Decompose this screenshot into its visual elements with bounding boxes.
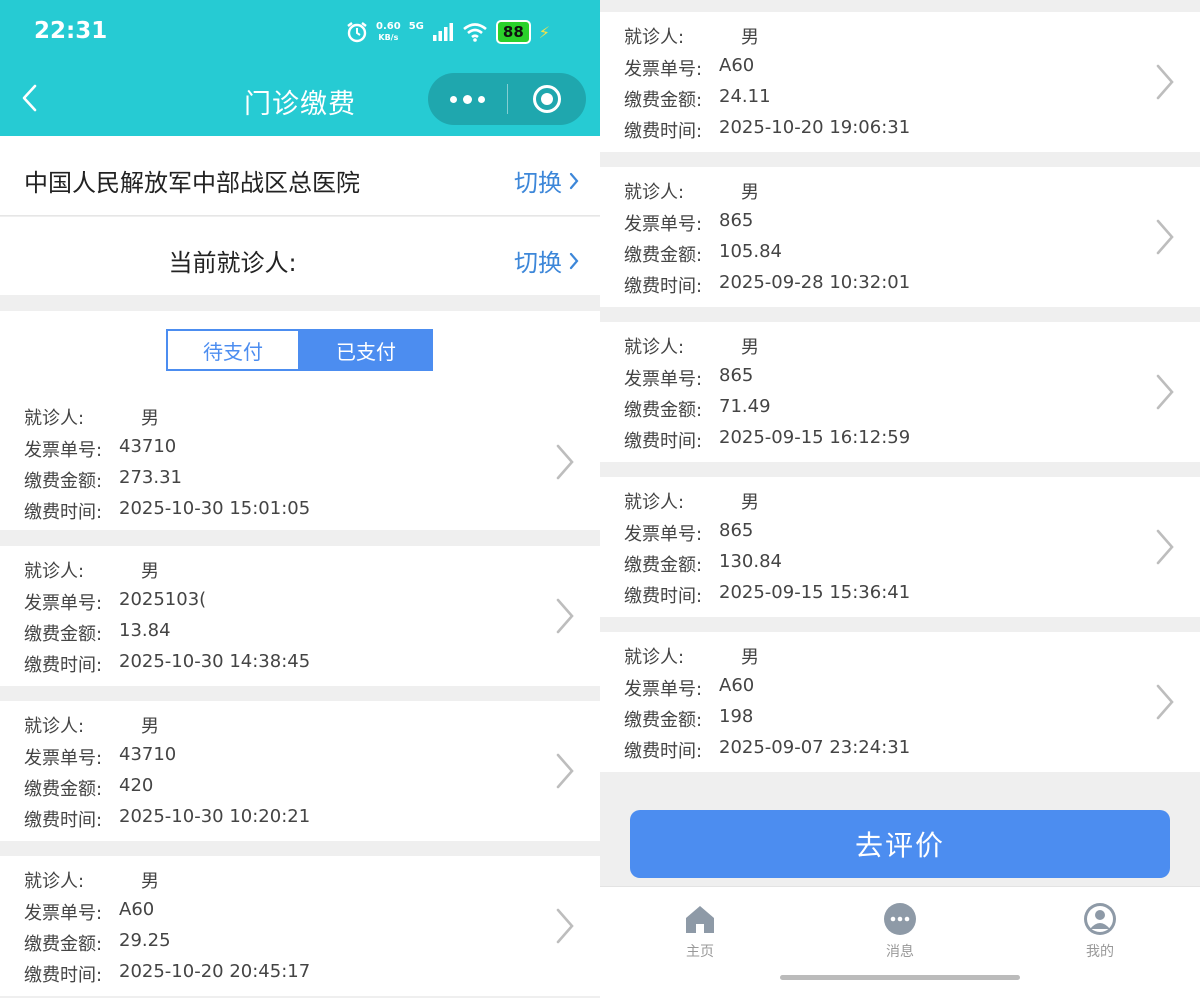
current-patient-label: 当前就诊人:	[168, 249, 297, 277]
tab-messages-label: 消息	[886, 944, 914, 960]
right-screenshot: 就诊人: 男 发票单号: A60 缴费金额: 24.11 缴费时间: 2025-10-2…	[600, 0, 1200, 998]
amount-field: 缴费金额: 13.84	[24, 620, 171, 645]
invoice-field: 发票单号: A60	[24, 899, 155, 924]
amount-field: 缴费金额: 29.25	[24, 930, 171, 955]
charging-icon: ⚡	[538, 22, 550, 42]
bottom-tab-bar: 主页 消息 我的	[600, 886, 1200, 998]
chevron-right-icon	[569, 172, 579, 189]
amount-field: 缴费金额: 198	[624, 706, 754, 731]
patient-field: 就诊人: 男	[24, 408, 159, 429]
time-field: 缴费时间: 2025-10-30 14:38:45	[24, 651, 311, 676]
chevron-right-icon	[1156, 374, 1174, 410]
amount-field: 缴费金额: 71.49	[624, 396, 771, 421]
profile-icon	[1084, 903, 1116, 935]
time-field: 缴费时间: 2025-10-30 15:01:05	[24, 498, 311, 523]
payment-record[interactable]: 就诊人: 男 发票单号: A60 缴费金额: 198 缴费时间: 2025-09-07 …	[600, 632, 1200, 772]
alarm-icon	[347, 22, 367, 43]
home-indicator[interactable]	[780, 975, 1020, 980]
amount-field: 缴费金额: 105.84	[624, 241, 782, 266]
payment-record[interactable]: 就诊人: 男 发票单号: 43710 缴费金额: 273.31 缴费时间: 2025-1…	[0, 393, 600, 530]
tab-profile[interactable]: 我的	[1040, 901, 1160, 961]
amount-field: 缴费金额: 130.84	[624, 551, 782, 576]
time-field: 缴费时间: 2025-09-07 23:24:31	[624, 737, 911, 762]
invoice-field: 发票单号: 865	[624, 210, 754, 235]
chevron-right-icon	[556, 444, 574, 479]
close-miniapp-button[interactable]	[508, 73, 587, 125]
payment-record[interactable]: 就诊人: 男 发票单号: 865 缴费金额: 105.84 缴费时间: 2025-09-…	[600, 167, 1200, 307]
target-icon	[532, 85, 561, 113]
time-field: 缴费时间: 2025-10-30 10:20:21	[24, 806, 311, 831]
more-dots-icon	[449, 94, 485, 104]
chevron-right-icon	[556, 908, 574, 944]
tab-messages[interactable]: 消息	[840, 901, 960, 961]
chevron-right-icon	[1156, 529, 1174, 565]
time-field: 缴费时间: 2025-10-20 19:06:31	[624, 117, 911, 142]
payment-tabs: 待支付 已支付	[166, 329, 433, 371]
review-button[interactable]: 去评价	[630, 810, 1170, 878]
tab-home-label: 主页	[686, 944, 714, 960]
hospital-row: 中国人民解放军中部战区总医院 切换	[0, 136, 600, 216]
patient-field: 就诊人: 男	[624, 492, 759, 513]
patient-row: 当前就诊人: 切换	[0, 217, 600, 295]
patient-field: 就诊人: 男	[24, 716, 159, 737]
chevron-right-icon	[1156, 684, 1174, 720]
amount-field: 缴费金额: 273.31	[24, 467, 182, 492]
review-button-area: 去评价	[600, 772, 1200, 882]
invoice-field: 发票单号: A60	[624, 675, 755, 700]
nav-bar: 门诊缴费	[0, 60, 600, 136]
tab-pending[interactable]: 待支付	[166, 329, 300, 371]
payment-record[interactable]: 就诊人: 男 发票单号: 2025103( 缴费金额: 13.84 缴费时间: 2025…	[0, 546, 600, 686]
patient-field: 就诊人: 男	[624, 647, 759, 668]
switch-label: 切换	[514, 169, 562, 197]
invoice-field: 发票单号: 865	[624, 520, 754, 545]
payment-record[interactable]: 就诊人: 男 发票单号: 865 缴费金额: 71.49 缴费时间: 2025-09-1…	[600, 322, 1200, 462]
invoice-field: 发票单号: A60	[624, 55, 755, 80]
tab-profile-label: 我的	[1086, 944, 1114, 960]
chevron-right-icon	[1156, 64, 1174, 100]
status-icons: 0.60 KB/s 5G 88 ⚡	[346, 18, 550, 46]
payment-record[interactable]: 就诊人: 男 发票单号: A60 缴费金额: 24.11 缴费时间: 2025-10-2…	[600, 12, 1200, 152]
chevron-right-icon	[556, 598, 574, 634]
patient-field: 就诊人: 男	[624, 337, 759, 358]
payment-record[interactable]: 就诊人: 男 发票单号: 43710 缴费金额: 420 缴费时间: 2025-10-3…	[0, 701, 600, 841]
miniapp-capsule	[428, 73, 586, 125]
patient-field: 就诊人: 男	[24, 871, 159, 892]
time-field: 缴费时间: 2025-09-28 10:32:01	[624, 272, 911, 297]
chevron-right-icon	[569, 252, 579, 269]
switch-patient-button[interactable]: 切换	[514, 243, 580, 278]
payment-record[interactable]: 就诊人: 男 发票单号: A60 缴费金额: 29.25 缴费时间: 2025-10-2…	[0, 856, 600, 996]
battery-level: 88	[495, 20, 531, 44]
signal-icon	[432, 23, 453, 41]
home-icon	[686, 906, 714, 933]
wifi-icon	[463, 23, 487, 42]
left-screenshot: 22:31 0.60 KB/s 5G 88 ⚡ 门诊缴费 中国人民解放军中部战区…	[0, 0, 600, 998]
tab-paid[interactable]: 已支付	[299, 329, 433, 371]
more-button[interactable]	[428, 73, 507, 125]
message-icon	[884, 903, 916, 935]
status-bar: 22:31 0.60 KB/s 5G 88 ⚡	[0, 0, 600, 60]
invoice-field: 发票单号: 2025103(	[24, 589, 207, 614]
switch-label: 切换	[514, 249, 562, 277]
time-field: 缴费时间: 2025-09-15 15:36:41	[624, 582, 911, 607]
amount-field: 缴费金额: 24.11	[624, 86, 771, 111]
chevron-right-icon	[556, 753, 574, 789]
time-field: 缴费时间: 2025-10-20 20:45:17	[24, 961, 311, 986]
amount-field: 缴费金额: 420	[24, 775, 154, 800]
invoice-field: 发票单号: 865	[624, 365, 754, 390]
payment-record[interactable]: 就诊人: 男 发票单号: 865 缴费金额: 130.84 缴费时间: 2025-09-…	[600, 477, 1200, 617]
time-field: 缴费时间: 2025-09-15 16:12:59	[624, 427, 911, 452]
hospital-name: 中国人民解放军中部战区总医院	[24, 169, 360, 197]
patient-field: 就诊人: 男	[624, 27, 759, 48]
tab-home[interactable]: 主页	[640, 901, 760, 961]
patient-field: 就诊人: 男	[24, 561, 159, 582]
net-speed: 0.60 KB/s	[376, 21, 401, 42]
patient-field: 就诊人: 男	[624, 182, 759, 203]
switch-hospital-button[interactable]: 切换	[514, 163, 580, 198]
status-time: 22:31	[34, 18, 108, 44]
invoice-field: 发票单号: 43710	[24, 436, 177, 461]
network-type: 5G	[408, 20, 424, 32]
payment-tabs-area: 待支付 已支付	[0, 311, 600, 393]
chevron-right-icon	[1156, 219, 1174, 255]
invoice-field: 发票单号: 43710	[24, 744, 177, 769]
